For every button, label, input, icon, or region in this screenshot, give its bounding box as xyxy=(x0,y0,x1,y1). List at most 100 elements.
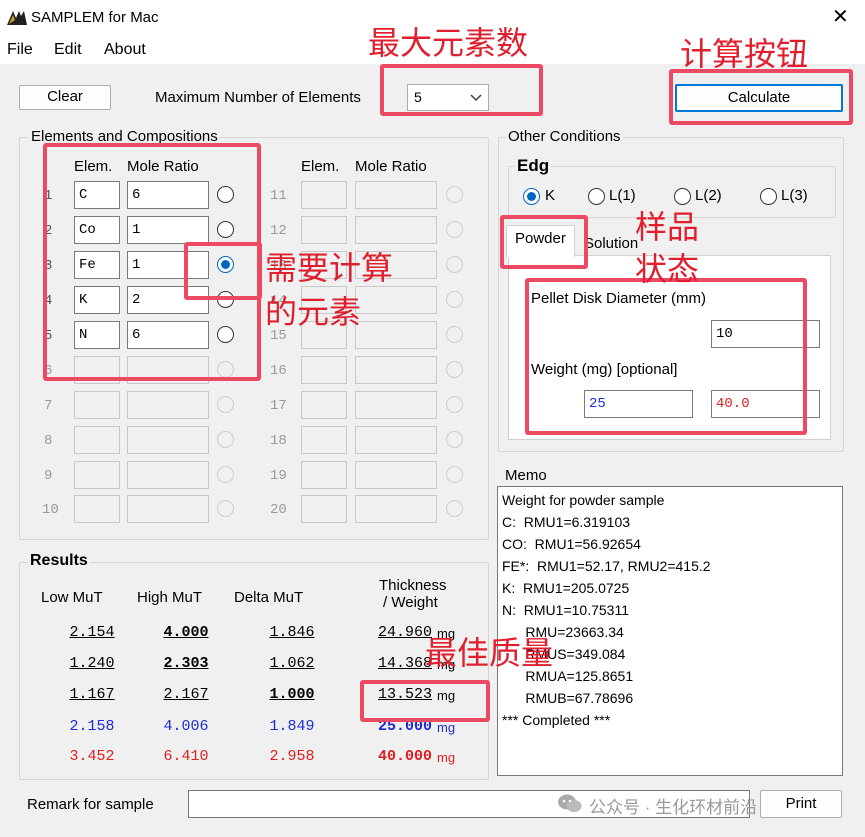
high-mut-value: 4.006 xyxy=(163,718,209,735)
edge-l2-radio[interactable] xyxy=(674,188,691,205)
element-input xyxy=(301,216,347,244)
edge-k-label: K xyxy=(545,187,556,204)
mole-ratio-input xyxy=(355,181,437,209)
target-element-radio xyxy=(446,500,463,517)
annotation-box-tab xyxy=(500,215,588,269)
row-number: 9 xyxy=(44,468,53,484)
target-element-radio xyxy=(446,186,463,203)
mole-ratio-input xyxy=(355,356,437,384)
high-mut-value: 2.167 xyxy=(163,686,209,703)
annotation-sample-state-1: 样品 xyxy=(635,208,700,246)
wechat-icon xyxy=(558,794,582,812)
annotation-calc-button: 计算按钮 xyxy=(680,35,809,73)
mole-ratio-input xyxy=(355,286,437,314)
row-number: 16 xyxy=(270,363,287,379)
memo-label: Memo xyxy=(505,467,547,484)
max-elements-label: Maximum Number of Elements xyxy=(155,89,361,106)
mole-ratio-input xyxy=(355,426,437,454)
high-mut-value: 6.410 xyxy=(163,748,209,765)
annotation-box-selected xyxy=(184,242,262,300)
menu-file[interactable]: File xyxy=(7,41,33,59)
delta-mut-header: Delta MuT xyxy=(234,589,304,606)
thickness-unit: mg xyxy=(437,750,456,765)
annotation-box-calculate xyxy=(669,69,853,125)
print-button[interactable]: Print xyxy=(760,790,842,818)
memo-textarea[interactable]: Weight for powder sample C: RMU1=6.31910… xyxy=(497,486,843,776)
element-input[interactable] xyxy=(74,426,120,454)
watermark-text: 公众号 · 生化环材前沿 xyxy=(589,798,758,817)
annotation-best-mass: 最佳质量 xyxy=(425,634,554,672)
element-input xyxy=(301,461,347,489)
close-icon[interactable]: ✕ xyxy=(832,6,849,28)
edge-group-title: Edg xyxy=(515,156,552,176)
element-input[interactable] xyxy=(74,391,120,419)
target-element-radio xyxy=(446,221,463,238)
thickness-header: Thickness xyxy=(379,577,447,594)
mole-ratio-input[interactable] xyxy=(127,426,209,454)
ratio-header-right: Mole Ratio xyxy=(355,158,427,175)
edge-l2-label: L(2) xyxy=(695,187,722,204)
mole-ratio-input[interactable] xyxy=(127,391,209,419)
target-element-radio xyxy=(446,431,463,448)
elem-header-right: Elem. xyxy=(301,158,340,175)
results-title: Results xyxy=(28,552,90,570)
row-number: 18 xyxy=(270,433,287,449)
element-input[interactable] xyxy=(74,495,120,523)
delta-mut-value: 1.062 xyxy=(269,655,315,672)
annotation-target-2: 的元素 xyxy=(265,293,362,331)
low-mut-value: 2.154 xyxy=(69,624,115,641)
mole-ratio-input[interactable] xyxy=(127,461,209,489)
annotation-box-max-elements xyxy=(380,64,543,116)
annotation-max-elements: 最大元素数 xyxy=(368,24,529,62)
annotation-sample-state-2: 状态 xyxy=(635,250,700,288)
low-mut-value: 1.167 xyxy=(69,686,115,703)
delta-mut-value: 1.849 xyxy=(269,718,315,735)
element-input xyxy=(301,426,347,454)
annotation-target-1: 需要计算 xyxy=(265,249,394,287)
element-input xyxy=(301,181,347,209)
mole-ratio-input[interactable] xyxy=(127,495,209,523)
delta-mut-value: 1.846 xyxy=(269,624,315,641)
mole-ratio-input xyxy=(355,495,437,523)
tab-solution[interactable]: Solution xyxy=(584,235,638,252)
high-mut-header: High MuT xyxy=(137,589,203,606)
mole-ratio-input xyxy=(355,461,437,489)
edge-l1-label: L(1) xyxy=(609,187,636,204)
element-input xyxy=(301,356,347,384)
target-element-radio xyxy=(217,431,234,448)
low-mut-value: 2.158 xyxy=(69,718,115,735)
target-element-radio xyxy=(446,326,463,343)
target-element-radio xyxy=(446,291,463,308)
edge-k-radio[interactable] xyxy=(523,188,540,205)
row-number: 20 xyxy=(270,502,287,518)
row-number: 11 xyxy=(270,188,287,204)
delta-mut-value: 2.958 xyxy=(269,748,315,765)
element-input[interactable] xyxy=(74,461,120,489)
target-element-radio xyxy=(446,256,463,273)
target-element-radio xyxy=(217,500,234,517)
menu-about[interactable]: About xyxy=(104,41,146,59)
edge-l3-radio[interactable] xyxy=(760,188,777,205)
weight-header: / Weight xyxy=(383,594,438,611)
target-element-radio xyxy=(446,396,463,413)
low-mut-header: Low MuT xyxy=(41,589,103,606)
element-input xyxy=(301,391,347,419)
row-number: 19 xyxy=(270,468,287,484)
target-element-radio xyxy=(446,466,463,483)
mole-ratio-input xyxy=(355,391,437,419)
clear-button[interactable]: Clear xyxy=(19,85,111,110)
row-number: 17 xyxy=(270,398,287,414)
mole-ratio-input xyxy=(355,321,437,349)
menu-edit[interactable]: Edit xyxy=(54,41,82,59)
high-mut-value: 2.303 xyxy=(163,655,209,672)
edge-l1-radio[interactable] xyxy=(588,188,605,205)
edge-l3-label: L(3) xyxy=(781,187,808,204)
remark-label: Remark for sample xyxy=(27,796,154,813)
app-logo-icon xyxy=(7,11,27,25)
thickness-unit: mg xyxy=(437,720,456,735)
row-number: 8 xyxy=(44,433,53,449)
low-mut-value: 3.452 xyxy=(69,748,115,765)
other-conditions-title: Other Conditions xyxy=(506,128,623,145)
row-number: 7 xyxy=(44,398,53,414)
row-number: 12 xyxy=(270,223,287,239)
